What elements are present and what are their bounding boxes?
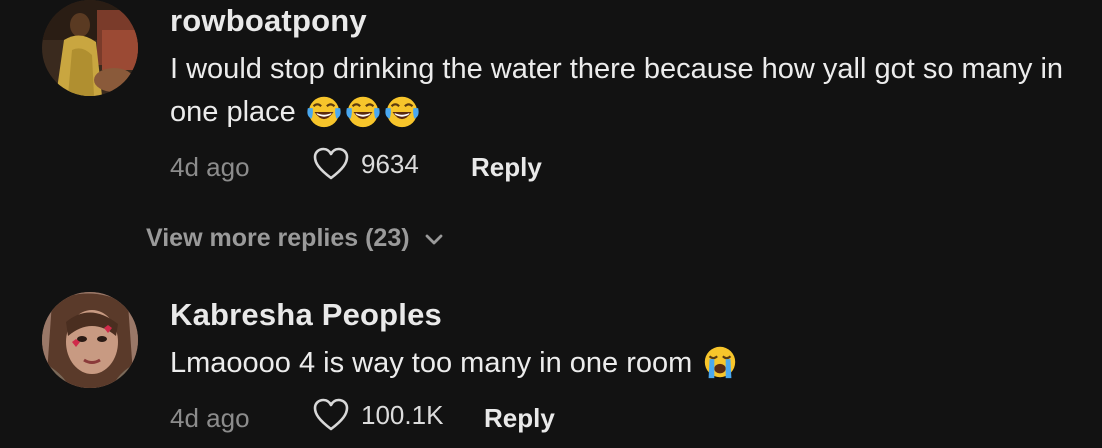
heart-outline-icon (313, 398, 349, 431)
face-with-tears-of-joy-icon (307, 96, 341, 128)
view-more-replies-button[interactable]: View more replies (23) (146, 224, 444, 253)
like-count: 100.1K (361, 399, 444, 430)
comment-timestamp: 4d ago (170, 403, 250, 433)
comment-username[interactable]: rowboatpony (170, 3, 367, 39)
reply-button[interactable]: Reply (471, 152, 542, 183)
like-button[interactable]: 100.1K (313, 398, 443, 432)
face-with-tears-of-joy-icon (385, 96, 419, 128)
comment-username[interactable]: Kabresha Peoples (170, 297, 442, 333)
comments-panel: rowboatpony I would stop drinking the wa… (0, 0, 1102, 448)
comment-text-body: Lmaoooo 4 is way too many in one room (170, 347, 693, 379)
heart-outline-icon (313, 147, 349, 180)
avatar[interactable] (42, 292, 138, 388)
chevron-down-icon (425, 234, 442, 244)
view-more-replies-label: View more replies (23) (146, 224, 410, 252)
like-button[interactable]: 9634 (313, 147, 419, 181)
avatar[interactable] (42, 0, 138, 96)
reply-button[interactable]: Reply (484, 403, 555, 434)
comment-timestamp: 4d ago (170, 152, 250, 182)
face-with-tears-of-joy-icon (346, 96, 380, 128)
comment-text: I would stop drinking the water there be… (170, 48, 1070, 134)
comment-text: Lmaoooo 4 is way too many in one room (170, 342, 1070, 385)
loudly-crying-face-icon (705, 346, 736, 379)
like-count: 9634 (361, 148, 419, 179)
